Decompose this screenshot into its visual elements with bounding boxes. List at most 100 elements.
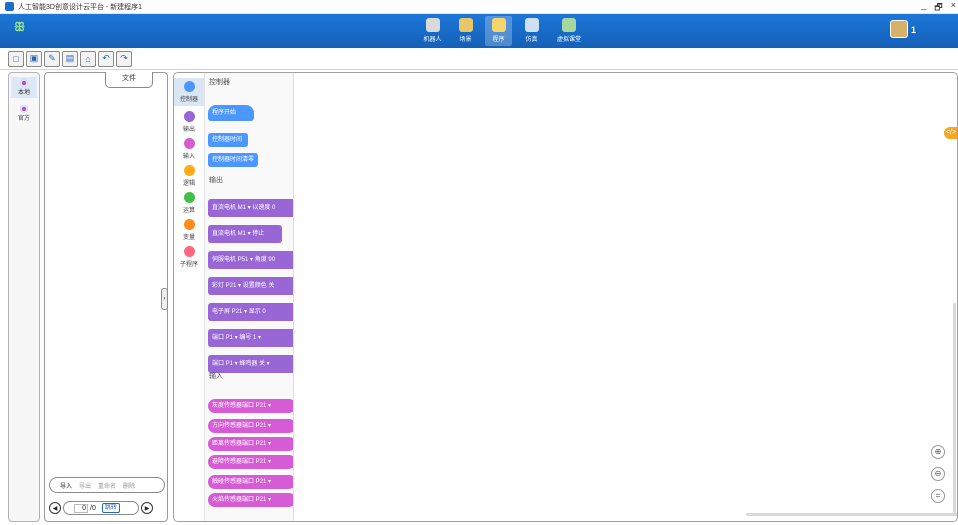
category-dot-icon bbox=[183, 165, 195, 176]
file-panel: 文件 导入 导出 重命名 删除 ◀ 0 /0 跳转 ▶ bbox=[44, 72, 168, 522]
palette-section-title: 输出 bbox=[209, 177, 223, 184]
block-palette: 控制器程序开始控制器时间控制器时间清零输出直流电机 M1 ▾ 以速度 0 直流电机… bbox=[205, 73, 294, 521]
block-categories: 控制器输出输入逻辑运算变量子程序 bbox=[174, 73, 205, 521]
nav-item-label: 虚拟课堂 bbox=[556, 37, 581, 43]
palette-section-title: 输入 bbox=[209, 373, 223, 380]
user-avatar[interactable] bbox=[890, 20, 908, 38]
top-navigation: ꕥ 机器人 场景 程序 仿真 虚拟课堂 1 bbox=[0, 14, 958, 48]
title-bar: 人工智能3D创意设计云平台 - 新建程序1 _ 🗗 × bbox=[0, 0, 958, 14]
palette-block[interactable]: 程序开始 bbox=[208, 105, 254, 121]
tab-file[interactable]: 文件 bbox=[105, 72, 153, 88]
new-icon[interactable]: □ bbox=[8, 50, 24, 67]
palette-block[interactable]: 伺服电机 P51 ▾ 角度 90 bbox=[208, 251, 293, 269]
redo-icon[interactable]: ↷ bbox=[116, 50, 132, 67]
palette-block[interactable]: 方向传感器端口 P21 ▾ bbox=[208, 419, 293, 433]
page-total: /0 bbox=[90, 504, 96, 512]
rename-button[interactable]: 重命名 bbox=[98, 481, 116, 490]
vertical-scrollbar[interactable] bbox=[953, 303, 956, 513]
category-dot-icon bbox=[183, 138, 195, 149]
horizontal-scrollbar[interactable] bbox=[746, 513, 957, 516]
open-icon[interactable]: ✎ bbox=[44, 50, 60, 67]
code-view-toggle-icon[interactable]: </> bbox=[944, 127, 957, 139]
file-actions: 导入 导出 重命名 删除 bbox=[49, 477, 165, 493]
palette-block[interactable]: 直流电机 M1 ▾ 以速度 0 bbox=[208, 199, 293, 217]
nav-item-label: 场景 bbox=[459, 37, 472, 43]
palette-section-title: 控制器 bbox=[209, 79, 230, 86]
delete-button[interactable]: 删除 bbox=[123, 481, 135, 490]
palette-block[interactable]: 直流电机 M1 ▾ 停止 bbox=[208, 225, 282, 243]
nav-item-3[interactable]: 仿真 bbox=[518, 16, 545, 46]
category-dot-icon bbox=[183, 111, 195, 122]
category-dot-icon bbox=[183, 246, 195, 257]
source-dot-icon bbox=[20, 105, 28, 113]
category-4[interactable]: 运算 bbox=[174, 192, 204, 214]
nav-item-label: 机器人 bbox=[423, 37, 442, 43]
nav-item-4[interactable]: 虚拟课堂 bbox=[551, 16, 587, 46]
zoom-out-icon[interactable]: ⊖ bbox=[931, 467, 945, 481]
source-item-0[interactable]: 本地 bbox=[11, 77, 37, 98]
source-column: 本地 官方 bbox=[8, 72, 40, 522]
chart-icon[interactable]: ▤ bbox=[62, 50, 78, 67]
collapse-handle[interactable]: ‹ bbox=[161, 288, 168, 310]
robot-icon bbox=[425, 18, 440, 32]
palette-block[interactable]: 控制器时间清零 bbox=[208, 153, 258, 167]
undo-icon[interactable]: ↶ bbox=[98, 50, 114, 67]
go-button[interactable]: 跳转 bbox=[101, 503, 120, 513]
category-5[interactable]: 变量 bbox=[174, 219, 204, 241]
palette-block[interactable]: 灰度传感器端口 P21 ▾ bbox=[208, 399, 293, 413]
palette-block[interactable]: 触碰传感器端口 P21 ▾ bbox=[208, 475, 293, 489]
logo-icon: ꕥ bbox=[14, 20, 26, 34]
import-button[interactable]: 导入 bbox=[60, 481, 72, 490]
virtual-classroom-icon bbox=[562, 18, 576, 32]
category-6[interactable]: 子程序 bbox=[174, 246, 204, 268]
category-label: 子程序 bbox=[179, 262, 198, 268]
simulation-icon bbox=[524, 18, 539, 32]
next-page-button[interactable]: ▶ bbox=[141, 502, 153, 514]
category-1[interactable]: 输出 bbox=[174, 111, 204, 133]
user-count: 1 bbox=[911, 25, 917, 35]
source-label: 官方 bbox=[17, 116, 30, 122]
category-dot-icon bbox=[183, 192, 195, 203]
category-label: 输入 bbox=[182, 154, 195, 160]
nav-item-2[interactable]: 程序 bbox=[485, 16, 512, 46]
export-button[interactable]: 导出 bbox=[79, 481, 91, 490]
category-label: 运算 bbox=[182, 208, 195, 214]
category-label: 控制器 bbox=[179, 97, 198, 103]
category-0[interactable]: 控制器 bbox=[174, 78, 204, 106]
category-label: 逻辑 bbox=[182, 181, 195, 187]
app-icon bbox=[5, 2, 14, 11]
scene-icon bbox=[458, 18, 473, 32]
source-item-1[interactable]: 官方 bbox=[9, 105, 39, 122]
palette-block[interactable]: 电子屏 P21 ▾ 显示 0 bbox=[208, 303, 293, 321]
nav-item-0[interactable]: 机器人 bbox=[419, 16, 446, 46]
home-icon[interactable]: ⌂ bbox=[80, 50, 96, 67]
category-3[interactable]: 逻辑 bbox=[174, 165, 204, 187]
nav-item-1[interactable]: 场景 bbox=[452, 16, 479, 46]
zoom-in-icon[interactable]: ⊕ bbox=[931, 445, 945, 459]
zoom-reset-icon[interactable]: = bbox=[931, 489, 945, 503]
palette-block[interactable]: 控制器时间 bbox=[208, 133, 248, 147]
programming-area: 控制器 输出 输入 逻辑 运算 变量 子程序 控制器 程序开始 控制器时间 控制器时间清零 输出 直流… bbox=[173, 72, 958, 522]
palette-block[interactable]: 距离传感器端口 P21 ▾ bbox=[208, 437, 293, 451]
category-dot-icon bbox=[183, 81, 195, 92]
nav-item-label: 程序 bbox=[492, 37, 505, 43]
category-label: 输出 bbox=[182, 127, 195, 133]
page-input[interactable]: 0 bbox=[74, 503, 88, 513]
nav-item-label: 仿真 bbox=[525, 37, 538, 43]
category-label: 变量 bbox=[182, 235, 195, 241]
window-title: 人工智能3D创意设计云平台 - 新建程序1 bbox=[18, 3, 143, 11]
source-label: 本地 bbox=[17, 90, 30, 96]
palette-block[interactable]: 端口 P1 ▾ 编号 1 ▾ bbox=[208, 329, 293, 347]
palette-block[interactable]: 彩灯 P21 ▾ 设置颜色 关 bbox=[208, 277, 293, 295]
pager: ◀ 0 /0 跳转 ▶ bbox=[49, 501, 153, 515]
category-2[interactable]: 输入 bbox=[174, 138, 204, 160]
source-dot-icon bbox=[20, 79, 28, 87]
category-dot-icon bbox=[183, 219, 195, 230]
save-icon[interactable]: ▣ bbox=[26, 50, 42, 67]
prev-page-button[interactable]: ◀ bbox=[49, 502, 61, 514]
program-icon bbox=[491, 18, 506, 32]
toolbar: □ ▣ ✎ ▤ ⌂ ↶ ↷ bbox=[0, 48, 958, 70]
palette-block[interactable]: 避障传感器端口 P21 ▾ bbox=[208, 455, 293, 469]
palette-block[interactable]: 火焰传感器端口 P21 ▾ bbox=[208, 493, 293, 507]
workspace-canvas[interactable] bbox=[294, 73, 957, 521]
